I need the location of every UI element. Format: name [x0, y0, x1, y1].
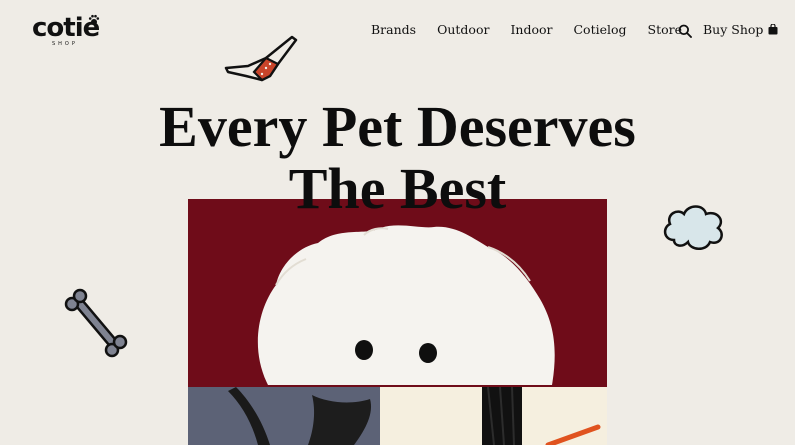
buy-shop-label: Buy Shop — [703, 22, 764, 37]
bandana-illustration — [224, 35, 298, 82]
dog-artwork — [188, 199, 607, 445]
buy-shop-button[interactable]: Buy Shop — [703, 22, 778, 37]
nav-item-brands[interactable]: Brands — [371, 22, 416, 37]
bone-illustration — [64, 288, 128, 358]
nav-item-indoor[interactable]: Indoor — [510, 22, 552, 37]
nav-item-outdoor[interactable]: Outdoor — [437, 22, 489, 37]
site-header: cotie SHOP Brands Outdoor Indoor Cotielo… — [0, 0, 795, 62]
hero-title: Every Pet Deserves The Best — [0, 96, 795, 220]
main-nav: Brands Outdoor Indoor Cotielog Store — [371, 22, 703, 37]
nav-item-cotielog[interactable]: Cotielog — [573, 22, 626, 37]
hero-title-line-2: The Best — [288, 156, 507, 221]
shopping-bag-icon — [768, 24, 778, 35]
nav-item-store[interactable]: Store — [648, 22, 683, 37]
cotie-logo[interactable]: cotie SHOP — [32, 14, 102, 48]
hero-illustration — [188, 199, 607, 445]
logo-subtext: SHOP — [52, 41, 78, 47]
search-icon[interactable] — [678, 24, 692, 38]
hero-title-line-1: Every Pet Deserves — [159, 94, 636, 159]
paw-icon — [88, 14, 100, 25]
